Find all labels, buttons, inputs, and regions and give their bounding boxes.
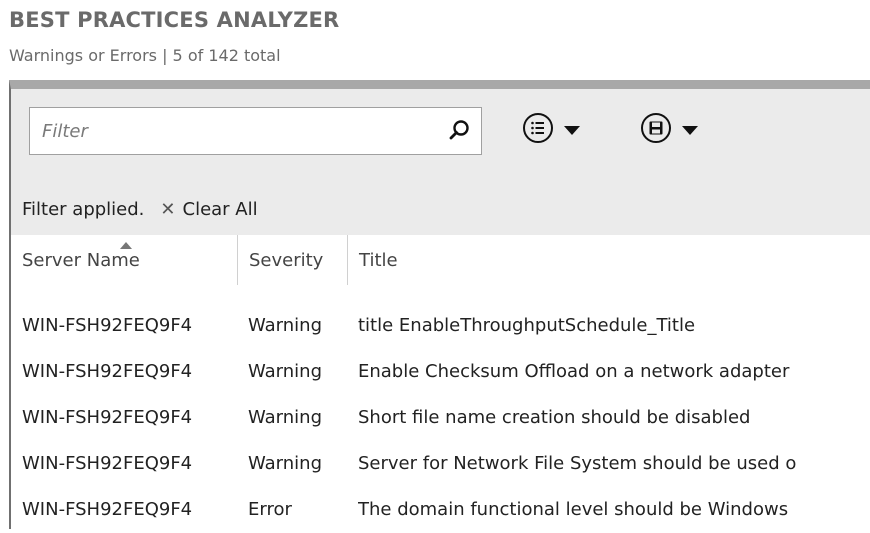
column-header-severity[interactable]: Severity bbox=[237, 235, 347, 285]
table-row[interactable]: WIN-FSH92FEQ9F4 Warning Enable Checksum … bbox=[11, 349, 870, 395]
severity-cell: Error bbox=[248, 499, 292, 520]
column-header-label: Severity bbox=[249, 249, 324, 271]
results-panel: Filter applied. ✕ Clear All Server Name … bbox=[9, 80, 870, 529]
table-header: Server Name Severity Title bbox=[11, 235, 870, 285]
chevron-down-icon bbox=[564, 121, 580, 140]
results-list: WIN-FSH92FEQ9F4 Warning title EnableThro… bbox=[11, 303, 870, 533]
server-name-cell: WIN-FSH92FEQ9F4 bbox=[22, 361, 193, 382]
title-cell: The domain functional level should be Wi… bbox=[358, 499, 789, 520]
column-header-server-name[interactable]: Server Name bbox=[22, 235, 235, 285]
result-summary: Warnings or Errors | 5 of 142 total bbox=[9, 46, 281, 65]
filter-toolbar: Filter applied. ✕ Clear All bbox=[11, 89, 870, 235]
view-menu-button[interactable] bbox=[521, 112, 580, 148]
column-header-label: Title bbox=[359, 249, 398, 271]
title-cell: Server for Network File System should be… bbox=[358, 453, 797, 474]
chevron-down-icon bbox=[682, 121, 698, 140]
server-name-cell: WIN-FSH92FEQ9F4 bbox=[22, 407, 193, 428]
filter-status-text: Filter applied. bbox=[22, 199, 145, 220]
title-cell: Short file name creation should be disab… bbox=[358, 407, 751, 428]
table-row[interactable]: WIN-FSH92FEQ9F4 Warning title EnableThro… bbox=[11, 303, 870, 349]
save-menu-icon bbox=[639, 111, 673, 149]
title-cell: Enable Checksum Offload on a network ada… bbox=[358, 361, 790, 382]
filter-box bbox=[29, 107, 482, 155]
severity-cell: Warning bbox=[248, 407, 323, 428]
close-icon: ✕ bbox=[160, 199, 176, 220]
filter-status: Filter applied. ✕ Clear All bbox=[22, 199, 258, 220]
severity-cell: Warning bbox=[248, 315, 323, 336]
search-icon[interactable] bbox=[445, 117, 473, 145]
table-row[interactable]: WIN-FSH92FEQ9F4 Error The domain functio… bbox=[11, 487, 870, 533]
server-name-cell: WIN-FSH92FEQ9F4 bbox=[22, 499, 193, 520]
table-row[interactable]: WIN-FSH92FEQ9F4 Warning Short file name … bbox=[11, 395, 870, 441]
table-row[interactable]: WIN-FSH92FEQ9F4 Warning Server for Netwo… bbox=[11, 441, 870, 487]
clear-all-label: Clear All bbox=[182, 199, 258, 220]
severity-cell: Warning bbox=[248, 453, 323, 474]
server-name-cell: WIN-FSH92FEQ9F4 bbox=[22, 315, 193, 336]
sort-ascending-icon bbox=[120, 233, 132, 254]
column-header-title[interactable]: Title bbox=[347, 235, 870, 285]
severity-cell: Warning bbox=[248, 361, 323, 382]
server-name-cell: WIN-FSH92FEQ9F4 bbox=[22, 453, 193, 474]
save-menu-button[interactable] bbox=[639, 112, 698, 148]
list-menu-icon bbox=[521, 111, 555, 149]
title-cell: title EnableThroughputSchedule_Title bbox=[358, 315, 696, 336]
filter-input[interactable] bbox=[30, 108, 420, 154]
page-title: BEST PRACTICES ANALYZER bbox=[9, 8, 340, 32]
clear-all-button[interactable]: ✕ Clear All bbox=[160, 199, 257, 220]
